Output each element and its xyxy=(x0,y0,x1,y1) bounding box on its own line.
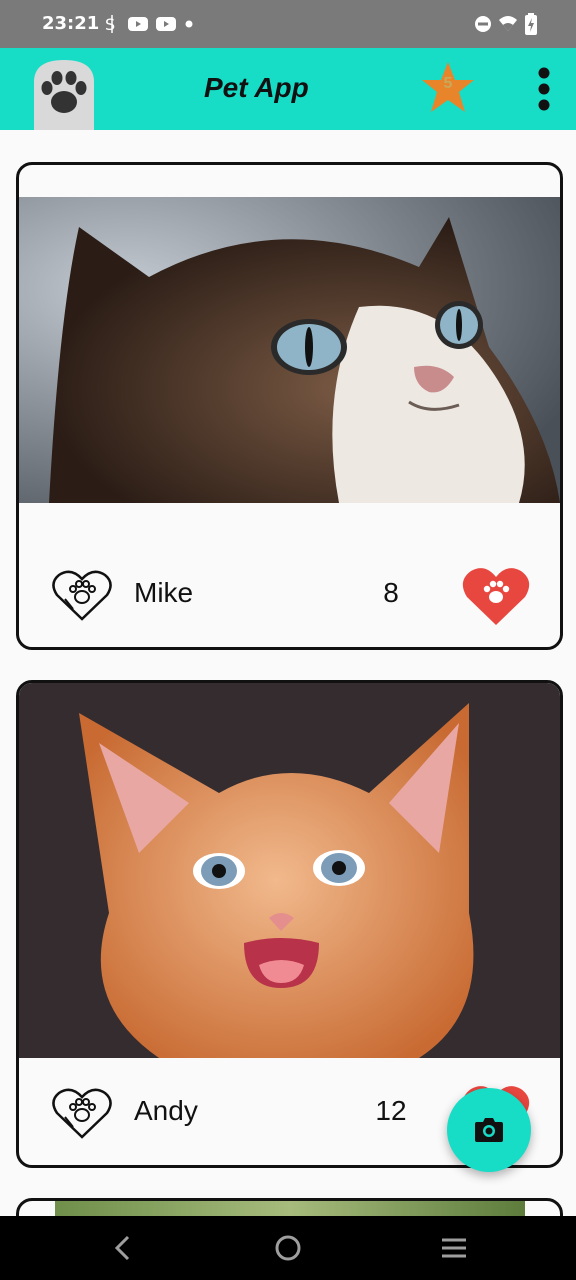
pet-info-row: Mike 8 xyxy=(19,565,560,625)
pet-name: Andy xyxy=(134,1095,198,1126)
youtube-icon xyxy=(128,17,148,31)
battery-charging-icon xyxy=(525,13,537,35)
pet-photo xyxy=(19,197,560,503)
status-time: 23:21 xyxy=(42,13,100,34)
pet-name: Mike xyxy=(134,577,194,608)
svg-text:S: S xyxy=(105,15,115,33)
status-icons-left: S xyxy=(104,12,194,36)
dot-icon xyxy=(185,20,193,28)
more-options-icon[interactable] xyxy=(530,66,558,112)
back-icon[interactable] xyxy=(110,1234,136,1262)
wifi-icon xyxy=(499,16,517,31)
camera-icon xyxy=(475,1118,503,1142)
paw-heart-outline-icon xyxy=(52,570,112,621)
system-nav-bar xyxy=(0,1216,576,1280)
pet-card[interactable]: Mike 8 xyxy=(16,162,563,650)
do-not-disturb-icon xyxy=(475,16,491,32)
pet-photo xyxy=(19,683,560,1058)
app-title: Pet App xyxy=(204,72,309,103)
like-count: 12 xyxy=(375,1095,407,1126)
youtube-icon xyxy=(156,17,176,31)
star-rating-button[interactable]: 5 xyxy=(420,60,476,116)
recents-icon[interactable] xyxy=(440,1236,468,1260)
app-bar: Pet App 5 xyxy=(0,48,576,130)
status-icons-right xyxy=(474,12,538,36)
like-count: 8 xyxy=(383,577,399,608)
camera-button[interactable] xyxy=(447,1088,531,1172)
star-count: 5 xyxy=(443,75,453,92)
paw-logo-icon xyxy=(32,58,96,130)
home-icon[interactable] xyxy=(274,1234,302,1262)
paw-heart-outline-icon xyxy=(52,1088,112,1139)
status-bar: 23:21 S xyxy=(0,0,576,48)
paw-heart-like-icon[interactable] xyxy=(461,565,531,627)
data-saver-icon: S xyxy=(105,15,115,33)
